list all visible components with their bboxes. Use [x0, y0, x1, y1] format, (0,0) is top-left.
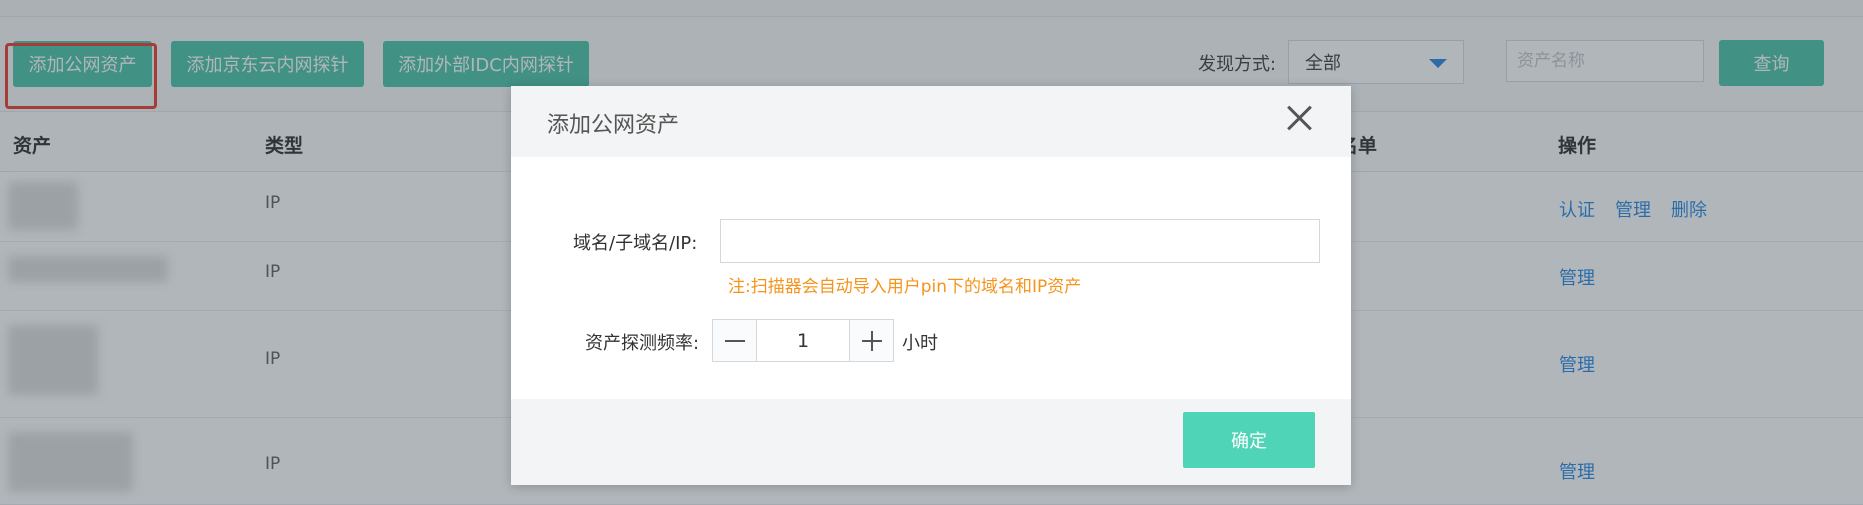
decrement-button[interactable]: [713, 320, 757, 361]
dialog-title: 添加公网资产: [547, 113, 680, 138]
frequency-label: 资产探测频率:: [585, 333, 700, 354]
confirm-button[interactable]: 确定: [1183, 412, 1315, 468]
close-icon[interactable]: [1285, 104, 1313, 132]
minus-icon: [724, 339, 745, 342]
add-public-asset-dialog: 添加公网资产 域名/子域名/IP: 注:扫描器会自动导入用户pin下的域名和IP…: [511, 86, 1351, 485]
increment-button[interactable]: [849, 320, 893, 361]
frequency-unit: 小时: [902, 333, 938, 354]
domain-input[interactable]: [720, 219, 1320, 263]
domain-label: 域名/子域名/IP:: [573, 233, 698, 254]
frequency-stepper: 1: [712, 319, 894, 362]
plus-icon: [861, 330, 882, 351]
dialog-header: 添加公网资产: [511, 86, 1351, 157]
frequency-value[interactable]: 1: [757, 320, 849, 361]
import-note: 注:扫描器会自动导入用户pin下的域名和IP资产: [728, 277, 1082, 297]
